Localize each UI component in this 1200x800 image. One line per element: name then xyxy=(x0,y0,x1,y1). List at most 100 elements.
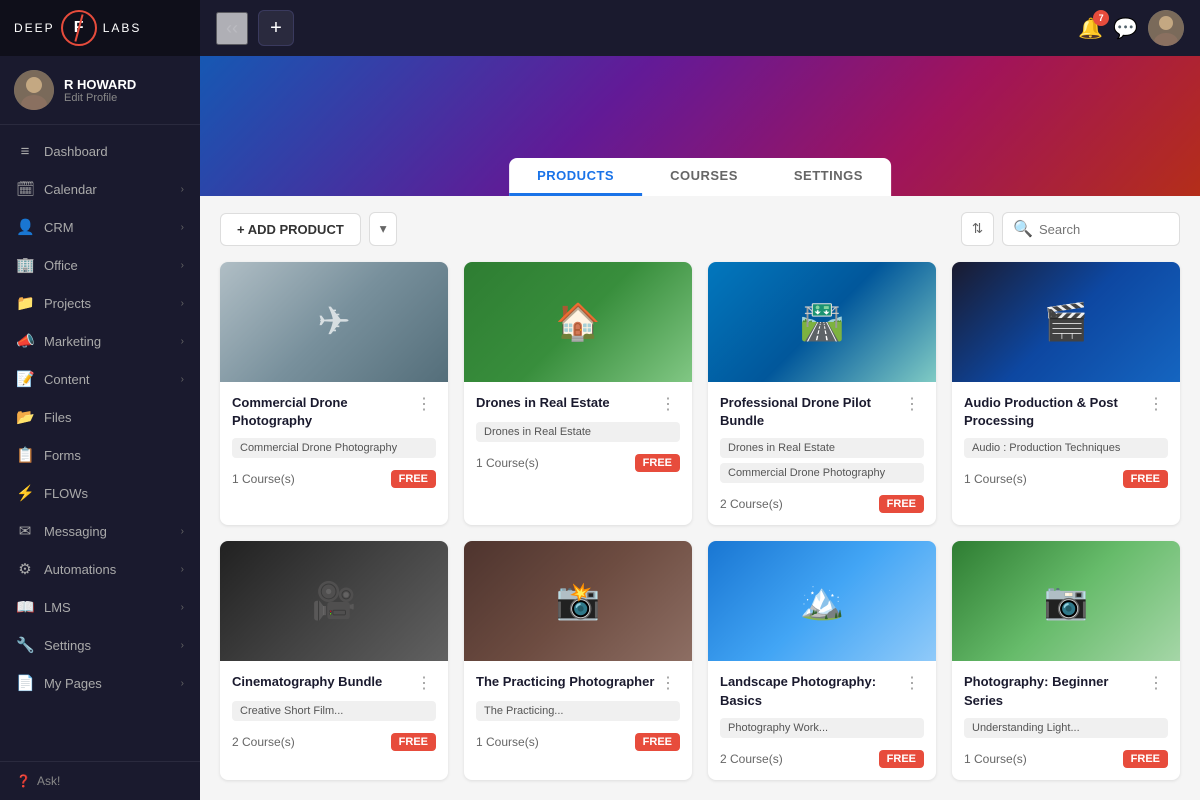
chevron-right-icon: › xyxy=(181,678,184,689)
product-tags: Creative Short Film... xyxy=(232,701,436,721)
chevron-right-icon: › xyxy=(181,526,184,537)
sidebar-item-lms[interactable]: 📖 LMS › xyxy=(0,588,200,626)
course-count: 1 Course(s) xyxy=(476,456,539,470)
logo-deep: DEEP xyxy=(14,21,55,35)
nav-items: ≡ Dashboard 🗓 Calendar › 👤 CRM › 🏢 Offic… xyxy=(0,125,200,761)
content-icon: 📝 xyxy=(16,370,34,388)
chevron-down-icon: ▾ xyxy=(380,221,387,236)
chevron-right-icon: › xyxy=(181,184,184,195)
sidebar-item-crm[interactable]: 👤 CRM › xyxy=(0,208,200,246)
products-grid: Commercial Drone Photography ⋮ Commercia… xyxy=(220,262,1180,780)
product-menu-button[interactable]: ⋮ xyxy=(1144,673,1168,693)
sidebar-item-calendar[interactable]: 🗓 Calendar › xyxy=(0,170,200,208)
sidebar-item-label: Messaging xyxy=(44,524,171,539)
ask-button[interactable]: ❓ Ask! xyxy=(0,761,200,800)
product-title: The Practicing Photographer xyxy=(476,673,656,691)
toolbar-left: + ADD PRODUCT ▾ xyxy=(220,212,397,246)
sidebar-item-flows[interactable]: ⚡ FLOWs xyxy=(0,474,200,512)
product-menu-button[interactable]: ⋮ xyxy=(1144,394,1168,414)
sidebar-item-label: Projects xyxy=(44,296,171,311)
edit-profile-link[interactable]: Edit Profile xyxy=(64,92,136,104)
course-count: 1 Course(s) xyxy=(476,735,539,749)
tab-settings[interactable]: SETTINGS xyxy=(766,158,891,196)
add-button[interactable]: + xyxy=(258,10,294,46)
content-area: + ADD PRODUCT ▾ ⇅ 🔍 xyxy=(200,196,1200,800)
add-product-button[interactable]: + ADD PRODUCT xyxy=(220,213,361,246)
product-menu-button[interactable]: ⋮ xyxy=(900,673,924,693)
course-count: 2 Course(s) xyxy=(720,497,783,511)
product-info: Drones in Real Estate ⋮ Drones in Real E… xyxy=(464,382,692,484)
tab-courses[interactable]: COURSES xyxy=(642,158,766,196)
product-card: Photography: Beginner Series ⋮ Understan… xyxy=(952,541,1180,779)
product-info: Professional Drone Pilot Bundle ⋮ Drones… xyxy=(708,382,936,525)
tab-products[interactable]: PRODUCTS xyxy=(509,158,642,196)
product-tag: Creative Short Film... xyxy=(232,701,436,721)
sidebar-item-label: FLOWs xyxy=(44,486,184,501)
sidebar-item-mypages[interactable]: 📄 My Pages › xyxy=(0,664,200,702)
sidebar-item-label: Settings xyxy=(44,638,171,653)
chevron-right-icon: › xyxy=(181,640,184,651)
product-info: Commercial Drone Photography ⋮ Commercia… xyxy=(220,382,448,500)
flows-icon: ⚡ xyxy=(16,484,34,502)
files-icon: 📂 xyxy=(16,408,34,426)
chevron-right-icon: › xyxy=(181,564,184,575)
automations-icon: ⚙ xyxy=(16,560,34,578)
product-title: Cinematography Bundle xyxy=(232,673,412,691)
product-tags: Understanding Light... xyxy=(964,718,1168,738)
chevron-right-icon: › xyxy=(181,222,184,233)
dropdown-button[interactable]: ▾ xyxy=(369,212,398,246)
sidebar-item-automations[interactable]: ⚙ Automations › xyxy=(0,550,200,588)
product-menu-button[interactable]: ⋮ xyxy=(656,673,680,693)
product-thumbnail xyxy=(220,262,448,382)
marketing-icon: 📣 xyxy=(16,332,34,350)
product-tag: Drones in Real Estate xyxy=(720,438,924,458)
product-tag: Photography Work... xyxy=(720,718,924,738)
sidebar-item-office[interactable]: 🏢 Office › xyxy=(0,246,200,284)
sidebar-item-files[interactable]: 📂 Files xyxy=(0,398,200,436)
product-tag: Audio : Production Techniques xyxy=(964,438,1168,458)
product-tags: Drones in Real Estate Commercial Drone P… xyxy=(720,438,924,483)
notifications-button[interactable]: 🔔 7 xyxy=(1078,16,1103,41)
mypages-icon: 📄 xyxy=(16,674,34,692)
free-badge: FREE xyxy=(1123,750,1168,768)
forms-icon: 📋 xyxy=(16,446,34,464)
product-footer: 2 Course(s) FREE xyxy=(232,733,436,751)
sidebar-item-dashboard[interactable]: ≡ Dashboard xyxy=(0,133,200,170)
product-card: Professional Drone Pilot Bundle ⋮ Drones… xyxy=(708,262,936,525)
product-footer: 1 Course(s) FREE xyxy=(964,470,1168,488)
product-menu-button[interactable]: ⋮ xyxy=(412,394,436,414)
collapse-button[interactable]: ‹‹ xyxy=(216,12,248,45)
sidebar-item-messaging[interactable]: ✉ Messaging › xyxy=(0,512,200,550)
ask-label: Ask! xyxy=(37,774,60,788)
calendar-icon: 🗓 xyxy=(16,180,34,198)
messages-button[interactable]: 💬 xyxy=(1113,16,1138,41)
product-tags: Photography Work... xyxy=(720,718,924,738)
free-badge: FREE xyxy=(1123,470,1168,488)
product-title: Drones in Real Estate xyxy=(476,394,656,412)
toolbar: + ADD PRODUCT ▾ ⇅ 🔍 xyxy=(220,212,1180,246)
chevron-right-icon: › xyxy=(181,298,184,309)
sidebar-item-label: Office xyxy=(44,258,171,273)
product-menu-button[interactable]: ⋮ xyxy=(656,394,680,414)
sidebar-item-forms[interactable]: 📋 Forms xyxy=(0,436,200,474)
product-info: Cinematography Bundle ⋮ Creative Short F… xyxy=(220,661,448,763)
product-footer: 1 Course(s) FREE xyxy=(964,750,1168,768)
free-badge: FREE xyxy=(391,470,436,488)
search-input[interactable] xyxy=(1039,222,1169,237)
sidebar-item-projects[interactable]: 📁 Projects › xyxy=(0,284,200,322)
product-menu-button[interactable]: ⋮ xyxy=(412,673,436,693)
product-menu-button[interactable]: ⋮ xyxy=(900,394,924,414)
course-count: 1 Course(s) xyxy=(232,472,295,486)
filter-button[interactable]: ⇅ xyxy=(961,212,994,246)
sidebar-item-settings[interactable]: 🔧 Settings › xyxy=(0,626,200,664)
product-tags: Commercial Drone Photography xyxy=(232,438,436,458)
free-badge: FREE xyxy=(635,454,680,472)
sidebar-item-content[interactable]: 📝 Content › xyxy=(0,360,200,398)
free-badge: FREE xyxy=(879,750,924,768)
user-avatar[interactable] xyxy=(1148,10,1184,46)
user-profile[interactable]: R HOWARD Edit Profile xyxy=(0,56,200,125)
product-footer: 1 Course(s) FREE xyxy=(476,454,680,472)
sidebar-item-label: CRM xyxy=(44,220,171,235)
topbar: ‹‹ + 🔔 7 💬 xyxy=(200,0,1200,56)
sidebar-item-marketing[interactable]: 📣 Marketing › xyxy=(0,322,200,360)
